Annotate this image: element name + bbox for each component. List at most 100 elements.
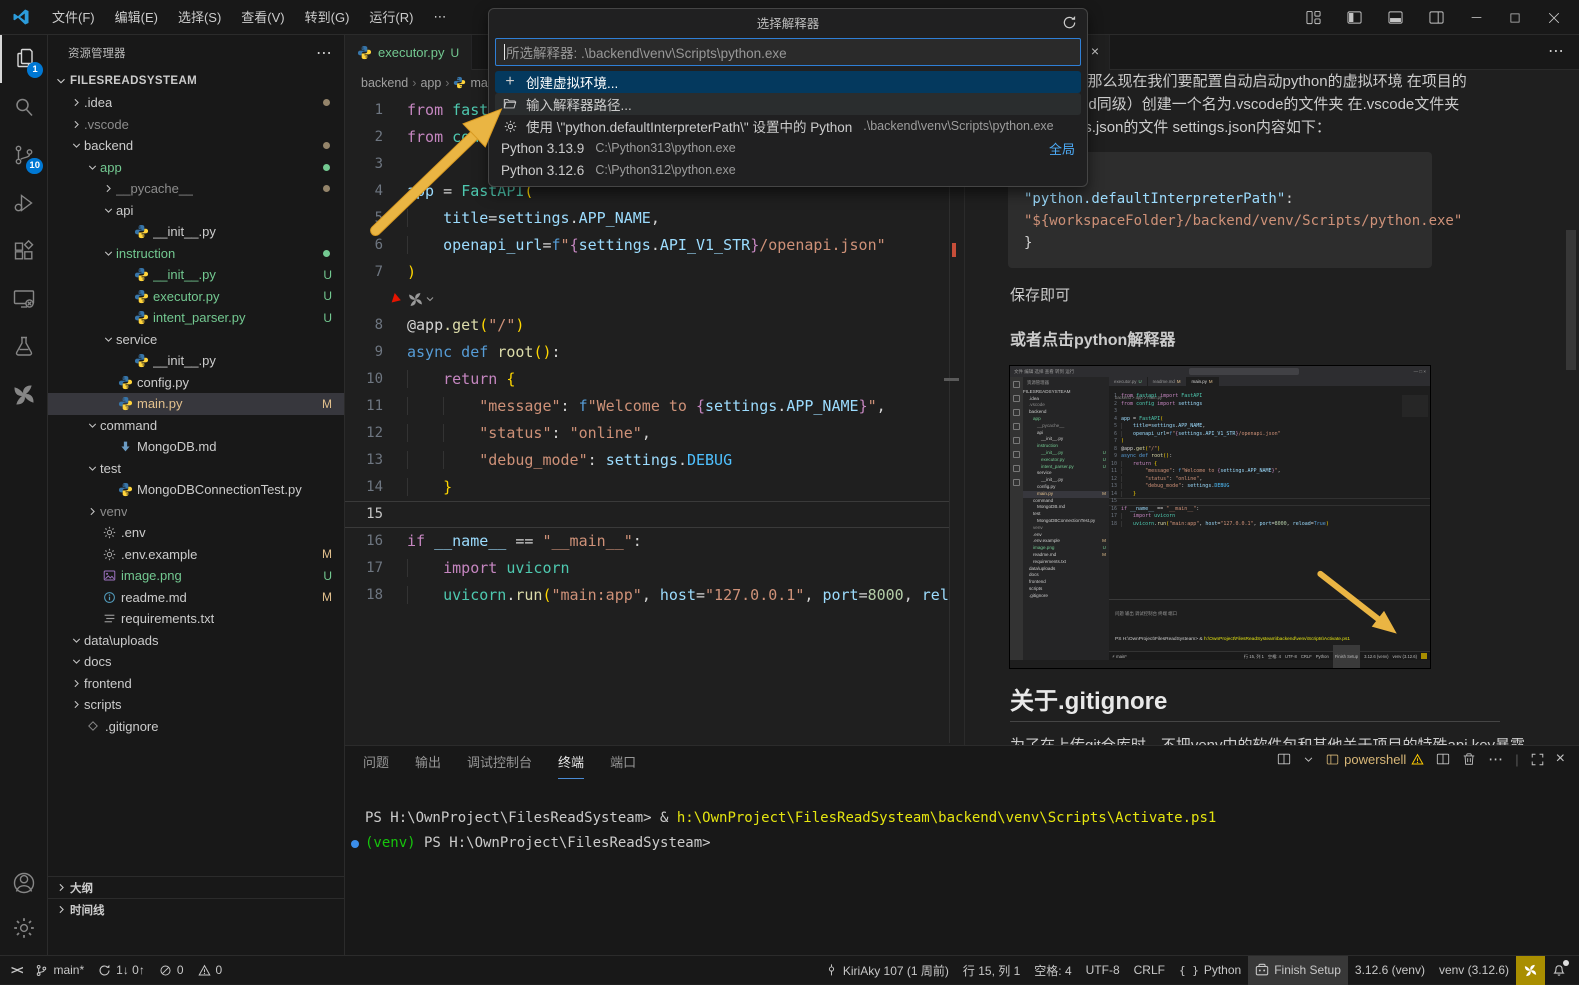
statusbar-notifications[interactable] [1545, 956, 1573, 985]
close-panel-icon[interactable]: × [1556, 750, 1565, 768]
inline-suggestion-widget[interactable] [345, 286, 950, 312]
tree-item-app[interactable]: app [48, 157, 344, 179]
tree-item-backend[interactable]: backend [48, 135, 344, 157]
activitybar-extensions[interactable] [0, 227, 48, 275]
explorer-more-icon[interactable]: ⋯ [316, 43, 332, 63]
menu-查看V[interactable]: 查看(V) [231, 6, 294, 29]
activitybar-settings[interactable] [0, 906, 48, 950]
tree-item-__init__.py[interactable]: __init__.py [48, 350, 344, 372]
toggle-secondary-sidebar-icon[interactable] [1429, 10, 1444, 25]
panel-tab-端口[interactable]: 端口 [610, 746, 636, 779]
kill-terminal-icon[interactable] [1462, 752, 1476, 766]
statusbar-pinwheel-extension[interactable] [1516, 956, 1545, 985]
activitybar-explorer[interactable]: 1 [0, 35, 48, 83]
menu-more[interactable]: ⋯ [423, 5, 456, 29]
tree-item-api[interactable]: api [48, 200, 344, 222]
statusbar-finish-setup[interactable]: Finish Setup [1248, 956, 1348, 985]
maximize-panel-icon[interactable] [1531, 753, 1544, 766]
chevron-down-icon[interactable] [424, 293, 436, 305]
tree-item-command[interactable]: command [48, 415, 344, 437]
tree-item-instruction[interactable]: instruction [48, 243, 344, 265]
activitybar-run-debug[interactable] [0, 179, 48, 227]
panel-tab-终端[interactable]: 终端 [558, 746, 584, 779]
activitybar-search[interactable] [0, 83, 48, 131]
close-icon[interactable]: × [1091, 43, 1099, 59]
statusbar-encoding[interactable]: UTF-8 [1079, 956, 1127, 985]
split-terminal-icon[interactable] [1436, 752, 1450, 766]
tree-item-venv[interactable]: venv [48, 501, 344, 523]
statusbar-remote-indicator[interactable]: >< [4, 956, 28, 985]
tree-item-main.py[interactable]: main.pyM [48, 393, 344, 415]
close-icon[interactable] [1547, 11, 1561, 25]
terminal-tab-powershell[interactable]: powershell [1326, 752, 1424, 767]
toggle-sidebar-icon[interactable] [1347, 10, 1362, 25]
tree-item-__pycache__[interactable]: __pycache__ [48, 178, 344, 200]
panel-more-icon[interactable]: ⋯ [1488, 750, 1503, 768]
tree-item-.idea[interactable]: .idea [48, 92, 344, 114]
tree-item-config.py[interactable]: config.py [48, 372, 344, 394]
interpreter-input[interactable]: 所选解释器: .\backend\venv\Scripts\python.exe [495, 38, 1081, 66]
terminal-new-icon[interactable] [1277, 752, 1291, 766]
tree-root[interactable]: FILESREADSYSTEAM [48, 70, 344, 92]
statusbar-git-sync[interactable]: 1↓ 0↑ [91, 956, 152, 985]
tree-item-MongoDB.md[interactable]: MongoDB.md [48, 436, 344, 458]
refresh-icon[interactable] [1062, 15, 1077, 30]
menu-编辑E[interactable]: 编辑(E) [105, 6, 168, 29]
layout-customize-icon[interactable] [1306, 10, 1321, 25]
activitybar-pinwheel-extension[interactable] [0, 371, 48, 419]
minimize-icon[interactable] [1470, 11, 1483, 24]
tree-item-.gitignore[interactable]: .gitignore [48, 716, 344, 738]
tree-item-frontend[interactable]: frontend [48, 673, 344, 695]
tree-item-executor.py[interactable]: executor.pyU [48, 286, 344, 308]
tree-item-readme.md[interactable]: readme.mdM [48, 587, 344, 609]
tree-item-data-uploads[interactable]: data\uploads [48, 630, 344, 652]
outline-section[interactable]: 大纲 [48, 876, 345, 898]
menu-文件F[interactable]: 文件(F) [42, 6, 105, 29]
tree-item-test[interactable]: test [48, 458, 344, 480]
statusbar-blame-info[interactable]: KiriAky 107 (1 周前) [818, 956, 956, 985]
statusbar-python-interpreter[interactable]: 3.12.6 (venv) [1348, 956, 1432, 985]
tree-item-__init__.py[interactable]: __init__.pyU [48, 264, 344, 286]
maximize-icon[interactable] [1509, 12, 1521, 24]
interpreter-option-2[interactable]: 使用 \"python.defaultInterpreterPath\" 设置中… [495, 115, 1081, 137]
tree-item-intent_parser.py[interactable]: intent_parser.pyU [48, 307, 344, 329]
tree-item-service[interactable]: service [48, 329, 344, 351]
tree-item-.env[interactable]: .env [48, 522, 344, 544]
menu-选择S[interactable]: 选择(S) [168, 6, 231, 29]
editor-actions-more-icon[interactable]: ⋯ [1548, 41, 1565, 61]
tab-executor-py[interactable]: executor.py U [345, 35, 472, 70]
terminal-output[interactable]: PS H:\OwnProject\FilesReadSysteam> & h:\… [345, 806, 1545, 856]
preview-scrollbar[interactable] [1566, 230, 1576, 370]
statusbar-python-env[interactable]: venv (3.12.6) [1432, 956, 1516, 985]
menu-运行R[interactable]: 运行(R) [359, 6, 423, 29]
tree-item-image.png[interactable]: image.pngU [48, 565, 344, 587]
tree-item-__init__.py[interactable]: __init__.py [48, 221, 344, 243]
activitybar-account[interactable] [0, 861, 48, 905]
menu-转到G[interactable]: 转到(G) [295, 6, 360, 29]
activitybar-remote-explorer[interactable] [0, 275, 48, 323]
interpreter-option-1[interactable]: 输入解释器路径... [495, 93, 1081, 115]
tree-item-.vscode[interactable]: .vscode [48, 114, 344, 136]
tree-item-MongoDBConnectionTest.py[interactable]: MongoDBConnectionTest.py [48, 479, 344, 501]
statusbar-indentation[interactable]: 空格: 4 [1027, 956, 1078, 985]
option-scope-badge[interactable]: 全局 [1049, 139, 1075, 158]
timeline-section[interactable]: 时间线 [48, 898, 345, 920]
panel-tab-问题[interactable]: 问题 [363, 746, 389, 779]
activitybar-testing[interactable] [0, 323, 48, 371]
tree-item-scripts[interactable]: scripts [48, 694, 344, 716]
tree-item-docs[interactable]: docs [48, 651, 344, 673]
pinwheel-icon[interactable] [407, 291, 424, 308]
tree-item-.env.example[interactable]: .env.exampleM [48, 544, 344, 566]
statusbar-problems-errors[interactable]: 0 [152, 956, 191, 985]
interpreter-option-3[interactable]: Python 3.13.9C:\Python313\python.exe全局 [495, 137, 1081, 159]
panel-tab-输出[interactable]: 输出 [415, 746, 441, 779]
statusbar-cursor-position[interactable]: 行 15, 列 1 [956, 956, 1027, 985]
interpreter-option-4[interactable]: Python 3.12.6C:\Python312\python.exe [495, 159, 1081, 181]
statusbar-eol[interactable]: CRLF [1127, 956, 1172, 985]
panel-tab-调试控制台[interactable]: 调试控制台 [467, 746, 532, 779]
activitybar-source-control[interactable]: 10 [0, 131, 48, 179]
chevron-down-icon[interactable] [1303, 754, 1314, 765]
statusbar-problems-warnings[interactable]: 0 [191, 956, 230, 985]
toggle-panel-icon[interactable] [1388, 10, 1403, 25]
interpreter-option-0[interactable]: +创建虚拟环境... [495, 71, 1081, 93]
